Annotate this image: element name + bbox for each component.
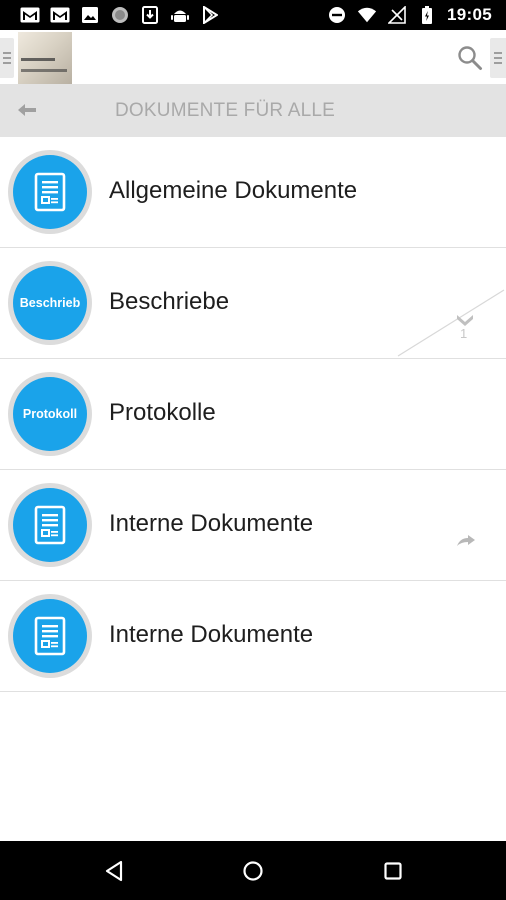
do-not-disturb-icon (327, 6, 347, 24)
avatar-text: Protokoll (13, 377, 87, 451)
list-item[interactable]: Protokoll Protokolle (0, 359, 506, 470)
app-toolbar (0, 30, 506, 84)
list-item-label: Interne Dokumente (109, 510, 314, 537)
gmail-icon (50, 6, 70, 24)
avatar: Protokoll (8, 372, 92, 456)
avatar (8, 594, 92, 678)
corner-badge (397, 289, 505, 357)
no-signal-icon (387, 6, 407, 24)
download-icon (140, 6, 160, 24)
search-icon[interactable] (455, 43, 485, 73)
document-icon (13, 155, 87, 229)
hamburger-icon[interactable] (0, 38, 14, 78)
document-icon (13, 599, 87, 673)
back-arrow-icon[interactable] (14, 98, 40, 122)
badge-count: 1 (460, 326, 468, 341)
document-icon (13, 488, 87, 562)
list-item[interactable]: Interne Dokumente (0, 581, 506, 692)
app-screen: 19:05 DOKUMENTE FÜR ALLE Allgemeine Doku… (0, 0, 506, 900)
circle-icon (110, 6, 130, 24)
image-icon (80, 6, 100, 24)
nav-recents-icon[interactable] (381, 859, 405, 883)
page-title: DOKUMENTE FÜR ALLE (115, 100, 336, 121)
list-item-label: Beschriebe (109, 288, 230, 315)
section-header: DOKUMENTE FÜR ALLE (0, 84, 506, 137)
play-store-icon (200, 6, 220, 24)
avatar-text: Beschrieb (13, 266, 87, 340)
list-item[interactable]: Allgemeine Dokumente (0, 137, 506, 248)
system-nav-bar (0, 841, 506, 900)
clock: 19:05 (447, 5, 492, 24)
hamburger-icon[interactable] (490, 38, 506, 78)
list-item-label: Protokolle (109, 399, 216, 426)
system-status-icons: 19:05 (327, 5, 492, 25)
document-list: Allgemeine Dokumente Beschrieb Beschrieb… (0, 137, 506, 692)
wifi-icon (357, 6, 377, 24)
status-bar: 19:05 (0, 0, 506, 30)
notification-icons (20, 6, 220, 24)
nav-home-icon[interactable] (241, 859, 265, 883)
list-item-label: Allgemeine Dokumente (109, 177, 358, 204)
battery-icon (417, 6, 437, 24)
gmail-icon (20, 6, 40, 24)
app-logo[interactable] (18, 32, 72, 84)
list-item[interactable]: Interne Dokumente (0, 470, 506, 581)
list-item[interactable]: Beschrieb Beschriebe 1 (0, 248, 506, 359)
nav-back-icon[interactable] (102, 859, 126, 883)
avatar (8, 483, 92, 567)
list-item-label: Interne Dokumente (109, 621, 314, 648)
avatar (8, 150, 92, 234)
avatar: Beschrieb (8, 261, 92, 345)
share-arrow-icon[interactable] (456, 534, 476, 548)
android-icon (170, 6, 190, 24)
